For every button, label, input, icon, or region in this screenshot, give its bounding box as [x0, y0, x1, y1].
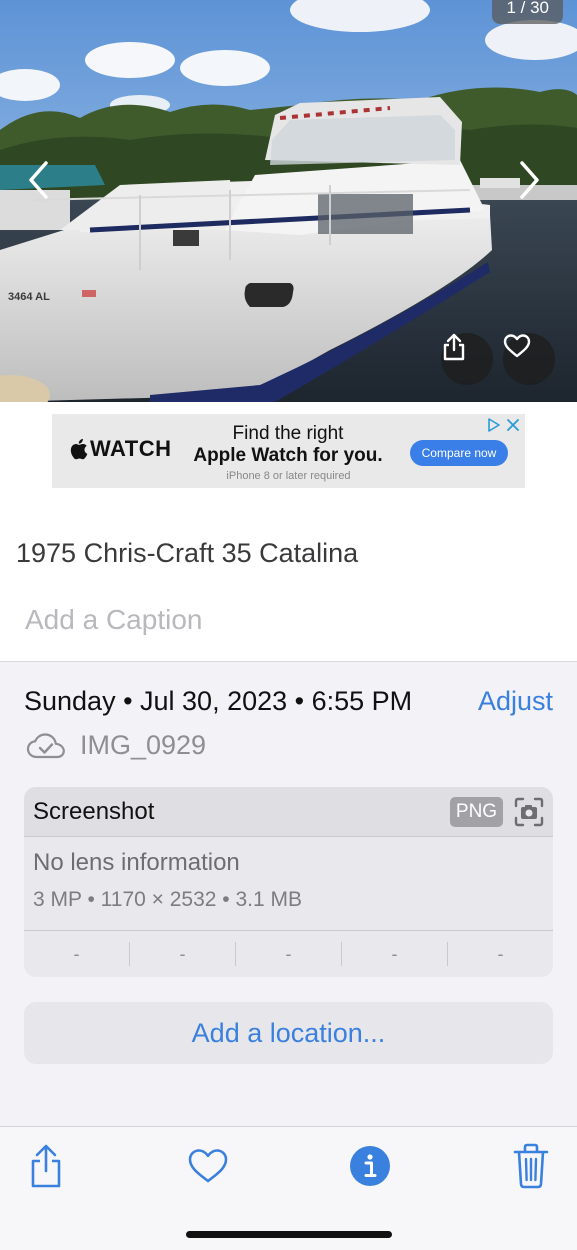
ad-footnote: iPhone 8 or later required — [226, 470, 351, 482]
ad-headline-line2: Apple Watch for you. — [193, 445, 383, 466]
exif-exposure: - — [236, 942, 342, 966]
media-type-label: Screenshot — [33, 798, 155, 825]
heart-icon — [188, 1149, 228, 1183]
toolbar-share-button[interactable] — [22, 1141, 70, 1191]
filename-row: IMG_0929 — [26, 730, 206, 761]
photo-filename: IMG_0929 — [80, 730, 207, 760]
photo-counter: 1 / 30 — [492, 0, 563, 24]
exif-iso: - — [24, 942, 130, 966]
toolbar-favorite-button[interactable] — [184, 1141, 232, 1191]
title-section: 1975 Chris-Craft 35 Catalina — [0, 502, 577, 576]
ad-banner[interactable]: WATCH Find the right Apple Watch for you… — [52, 414, 525, 488]
info-icon — [350, 1146, 390, 1186]
toolbar-delete-button[interactable] — [507, 1141, 555, 1191]
caption-input[interactable]: Add a Caption — [25, 604, 202, 636]
chevron-right-icon — [520, 161, 539, 199]
photo-favorite-button[interactable] — [503, 333, 555, 385]
metadata-divider — [24, 930, 553, 931]
screenshot-icon — [514, 797, 544, 827]
trash-icon — [513, 1143, 549, 1189]
ad-controls — [485, 417, 521, 433]
icloud-check-icon — [26, 732, 65, 758]
photo-share-button[interactable] — [441, 333, 493, 385]
exif-shutter: - — [497, 944, 504, 964]
home-indicator[interactable] — [186, 1231, 392, 1238]
toolbar-info-button[interactable] — [346, 1141, 394, 1191]
apple-logo-icon — [70, 438, 88, 460]
ad-container: WATCH Find the right Apple Watch for you… — [0, 402, 577, 502]
exif-focal-length: - — [130, 942, 236, 966]
ad-brand-text: WATCH — [90, 436, 172, 461]
ad-brand: WATCH — [68, 436, 172, 462]
chevron-left-icon — [29, 161, 48, 199]
caption-section[interactable]: Add a Caption — [0, 576, 577, 662]
photo-viewer[interactable]: 3464 AL 1 / 30 — [0, 0, 577, 402]
photo-title: 1975 Chris-Craft 35 Catalina — [16, 538, 359, 568]
previous-photo-button[interactable] — [27, 160, 57, 200]
exif-aperture: - — [342, 942, 448, 966]
hull-number: 3464 AL — [8, 291, 50, 303]
exif-row: - - - - - — [24, 942, 553, 966]
metadata-header: Screenshot PNG — [24, 787, 553, 837]
image-specs: 3 MP • 1170 × 2532 • 3.1 MB — [33, 888, 303, 911]
share-icon — [31, 1144, 61, 1188]
add-location-button[interactable]: Add a location... — [24, 1002, 553, 1064]
adjust-button[interactable]: Adjust — [478, 686, 553, 717]
share-icon — [443, 333, 465, 361]
ad-compare-button[interactable]: Compare now — [410, 440, 508, 466]
bottom-toolbar — [0, 1126, 577, 1250]
lens-info: No lens information — [33, 849, 240, 876]
adchoices-icon[interactable] — [485, 417, 501, 433]
metadata-card: Screenshot PNG No lens information 3 MP … — [24, 787, 553, 977]
next-photo-button[interactable] — [519, 160, 549, 200]
ad-close-icon[interactable] — [505, 417, 521, 433]
ad-headline: Find the right Apple Watch for you. — [188, 423, 388, 467]
heart-icon — [503, 334, 531, 358]
photo-datetime: Sunday • Jul 30, 2023 • 6:55 PM — [24, 686, 413, 716]
boat-photo: 3464 AL — [0, 0, 577, 402]
format-badge: PNG — [450, 797, 503, 827]
ad-headline-line1: Find the right — [232, 423, 344, 444]
